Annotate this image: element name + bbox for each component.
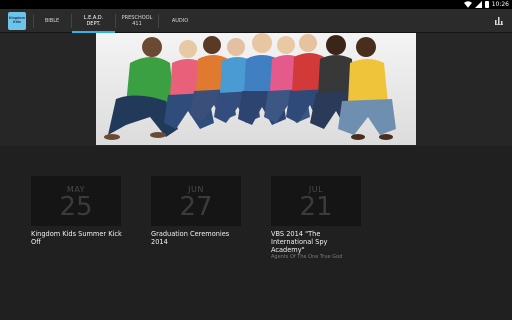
signal-icon <box>474 1 482 8</box>
event-day: 25 <box>59 192 93 222</box>
tab-bible[interactable]: BIBLE <box>33 9 71 33</box>
event-title: VBS 2014 "The International Spy Academy" <box>271 230 328 254</box>
event-day: 27 <box>179 192 213 222</box>
wifi-icon <box>463 1 472 8</box>
tab-preschool-411[interactable]: PRESCHOOL 411 <box>116 9 158 33</box>
event-card[interactable]: JUN 27 Graduation Ceremonies 2014 <box>151 176 243 246</box>
tab-label: L.E.A.D. DEPT. <box>83 15 104 27</box>
app-logo[interactable]: Kingdom Kids <box>8 12 26 30</box>
event-title: Kingdom Kids Summer Kick Off <box>31 230 122 246</box>
tab-lead-dept[interactable]: L.E.A.D. DEPT. <box>72 9 115 33</box>
status-icons: 10:26 <box>463 0 509 9</box>
event-card[interactable]: JUL 21 VBS 2014 "The International Spy A… <box>271 176 363 261</box>
event-date-tile: JUL 21 <box>271 176 361 226</box>
events-section: MAY 25 Kingdom Kids Summer Kick Off JUN … <box>0 146 512 320</box>
logo-text: Kingdom Kids <box>9 16 25 24</box>
children-photo <box>96 33 416 145</box>
event-title: Graduation Ceremonies 2014 <box>151 230 230 246</box>
event-day: 21 <box>299 192 333 222</box>
status-time: 10:26 <box>491 1 509 8</box>
app-bar: Kingdom Kids BIBLE L.E.A.D. DEPT. PRESCH… <box>0 9 512 33</box>
event-date-tile: JUN 27 <box>151 176 241 226</box>
tab-audio[interactable]: AUDIO <box>159 9 201 33</box>
event-date-tile: MAY 25 <box>31 176 121 226</box>
tab-label: BIBLE <box>44 18 60 24</box>
event-subtitle: Agents Of The One True God <box>271 254 343 260</box>
battery-icon <box>484 1 489 8</box>
tab-label: PRESCHOOL 411 <box>121 15 153 27</box>
status-bar: 10:26 <box>0 0 512 9</box>
tab-label: AUDIO <box>171 18 189 24</box>
banner-image[interactable] <box>96 33 416 145</box>
bar-chart-icon[interactable] <box>495 17 503 25</box>
event-card[interactable]: MAY 25 Kingdom Kids Summer Kick Off <box>31 176 123 246</box>
